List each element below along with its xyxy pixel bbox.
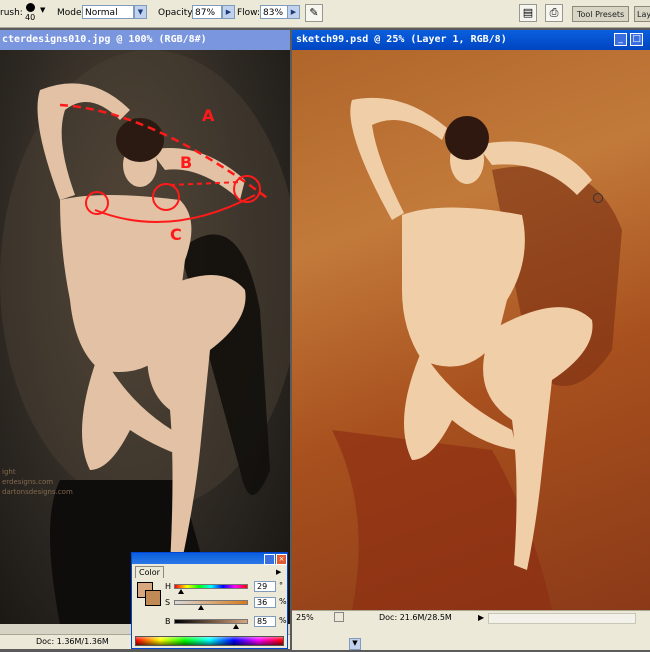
palette-minimize-button[interactable] <box>264 554 275 565</box>
brush-cursor-icon <box>593 193 603 203</box>
palette-close-button[interactable]: × <box>276 554 287 565</box>
saturation-input[interactable]: 36 <box>254 597 276 608</box>
mode-dropdown-arrow[interactable]: ▼ <box>134 5 147 19</box>
hue-slider-thumb[interactable] <box>177 589 184 594</box>
chevron-down-icon: ▼ <box>40 6 46 14</box>
annotation-label-b: B <box>180 153 193 172</box>
brightness-unit: % <box>279 616 287 625</box>
brightness-slider-thumb[interactable] <box>233 624 240 629</box>
document-title-sketch[interactable]: sketch99.psd @ 25% (Layer 1, RGB/8) <box>292 30 650 50</box>
doc-size-reference: Doc: 1.36M/1.36M <box>36 637 109 646</box>
hue-input[interactable]: 29 <box>254 581 276 592</box>
tab-color[interactable]: Color <box>135 566 164 578</box>
painted-figure <box>332 97 622 610</box>
horizontal-scrollbar[interactable] <box>488 613 636 624</box>
palette-well-icon[interactable]: ▤ <box>519 4 537 22</box>
s-label: S <box>165 598 171 607</box>
airbrush-icon[interactable]: ✎ <box>305 4 323 22</box>
brush-preset-picker[interactable]: 40 ▼ <box>22 2 48 24</box>
flow-input[interactable]: 83% <box>260 5 288 19</box>
reference-photo <box>0 50 290 624</box>
maximize-button[interactable]: □ <box>630 33 643 46</box>
opacity-label: Opacity: <box>158 8 195 18</box>
reference-photo-canvas[interactable]: A B C ight erdesigns.com dartonsdesigns.… <box>0 50 290 624</box>
tab-layers[interactable]: Lay <box>634 6 650 22</box>
flow-slider-button[interactable]: ▶ <box>287 5 300 19</box>
saturation-unit: % <box>279 597 287 606</box>
brush-size-label: 40 <box>25 13 36 22</box>
brush-dot-icon <box>26 3 35 12</box>
watermark-line-1: ight <box>2 468 16 476</box>
document-title-reference[interactable]: cterdesigns010.jpg @ 100% (RGB/8#) <box>0 30 290 50</box>
flow-label: Flow: <box>237 8 261 18</box>
scroll-down-arrow-icon[interactable]: ▼ <box>349 638 361 650</box>
status-bar-sketch: 25% Doc: 21.6M/28.5M ▶ <box>292 610 650 625</box>
opacity-slider-button[interactable]: ▶ <box>222 5 235 19</box>
saturation-slider-thumb[interactable] <box>197 605 204 610</box>
color-ramp-shade <box>136 637 283 645</box>
saturation-slider[interactable] <box>174 600 248 610</box>
opacity-input[interactable]: 87% <box>192 5 222 19</box>
hue-slider[interactable] <box>174 584 248 594</box>
doc-size-sketch: Doc: 21.6M/28.5M <box>379 613 452 622</box>
document-window-sketch[interactable]: sketch99.psd @ 25% (Layer 1, RGB/8) _ □ … <box>292 30 650 650</box>
status-arrow-icon[interactable]: ▶ <box>478 611 484 624</box>
h-label: H <box>165 582 172 591</box>
brightness-input[interactable]: 85 <box>254 616 276 627</box>
mode-label: Mode: <box>57 8 85 18</box>
zoom-level[interactable]: 25% <box>296 611 314 624</box>
painting-canvas[interactable] <box>292 50 650 610</box>
b-label: B <box>165 617 171 626</box>
annotation-label-a: A <box>202 106 215 125</box>
color-palette: × Color ▶ H S B 29 36 85 ° % % <box>131 552 288 649</box>
brightness-slider[interactable] <box>174 619 248 629</box>
hue-unit: ° <box>279 581 283 590</box>
palette-menu-button[interactable]: ▶ <box>276 568 281 576</box>
minimize-button[interactable]: _ <box>614 33 627 46</box>
watermark-line-3: dartonsdesigns.com <box>2 488 73 496</box>
background-color-swatch[interactable] <box>145 590 161 606</box>
color-ramp[interactable] <box>135 636 284 646</box>
options-bar: rush: 40 ▼ Mode: Normal ▼ Opacity: 87% ▶… <box>0 0 650 28</box>
annotation-label-c: C <box>170 225 182 244</box>
watermark-text: ight erdesigns.com dartonsdesigns.com <box>2 467 73 497</box>
watermark-line-2: erdesigns.com <box>2 478 54 486</box>
painted-hair <box>445 116 489 160</box>
tab-tool-presets[interactable]: Tool Presets <box>572 6 630 22</box>
file-browser-icon[interactable]: ⎙ <box>545 4 563 22</box>
status-menu-icon[interactable] <box>334 612 344 622</box>
brush-label: rush: <box>0 8 23 18</box>
mode-select[interactable]: Normal <box>82 5 134 19</box>
